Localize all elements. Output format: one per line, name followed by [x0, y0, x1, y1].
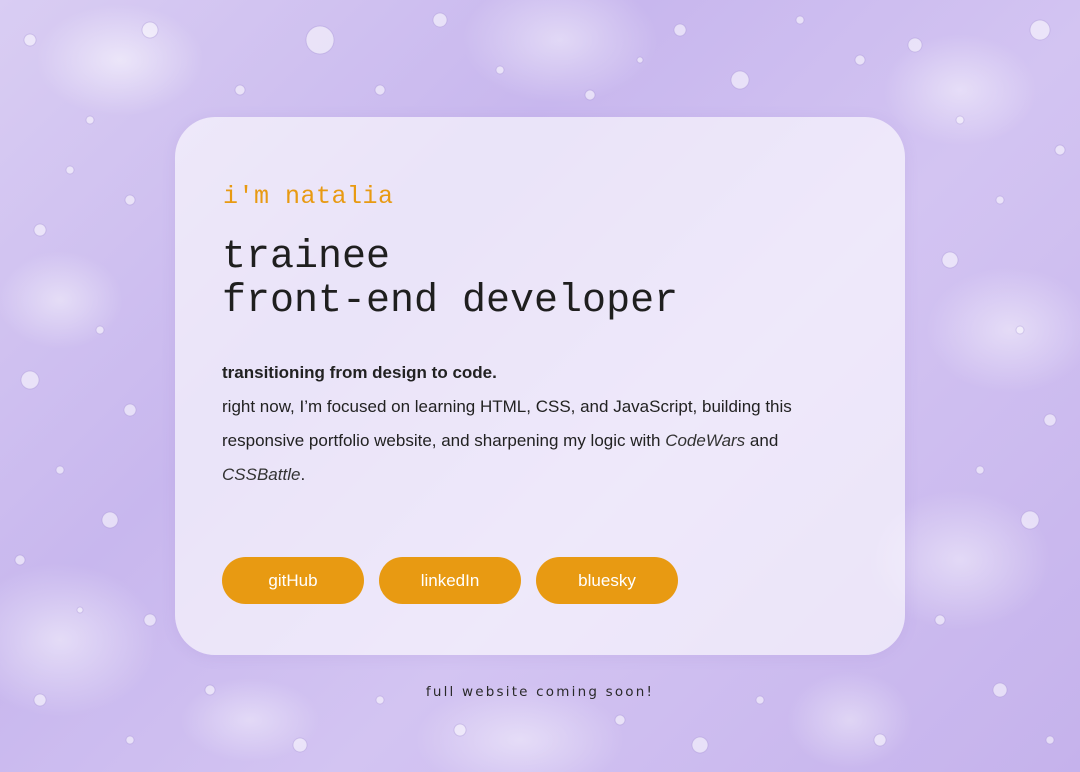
codewars-mention: CodeWars [665, 431, 746, 450]
intro-lead: transitioning from design to code. [222, 363, 497, 382]
github-button[interactable]: gitHub [222, 557, 364, 604]
bluesky-button[interactable]: bluesky [536, 557, 678, 604]
intro-text: transitioning from design to code. right… [222, 356, 822, 492]
linkedin-button[interactable]: linkedIn [379, 557, 521, 604]
greeting: i'm natalia [223, 182, 394, 211]
cssbattle-mention: CSSBattle [222, 465, 301, 484]
intro-end: . [300, 465, 306, 484]
headline-line-1: trainee [222, 235, 391, 280]
headline-line-2: front-end developer [222, 279, 679, 324]
coming-soon-note: full website coming soon! [425, 684, 655, 700]
intro-and: and [745, 431, 779, 450]
page-title: trainee front-end developer [222, 236, 678, 324]
social-buttons: gitHub linkedIn bluesky [222, 557, 678, 604]
